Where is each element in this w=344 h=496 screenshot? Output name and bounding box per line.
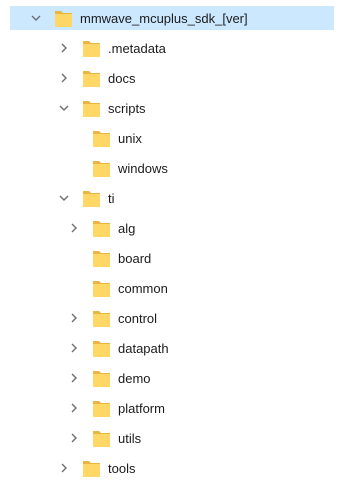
tree-item-board[interactable]: board [0,246,344,270]
folder-icon [93,368,110,388]
folder-icon [93,308,110,328]
tree-item-label: utils [118,430,142,446]
tree-item-label: demo [118,370,151,386]
tree-item-label: unix [118,130,142,146]
folder-icon [83,188,100,208]
tree-item-label: docs [108,70,136,86]
tree-item-label: board [118,250,152,266]
chevron-right-icon[interactable] [68,342,80,354]
tree-item-windows[interactable]: windows [0,156,344,180]
tree-item-ti[interactable]: ti [0,186,344,210]
tree-item-label: scripts [108,100,146,116]
folder-icon [55,8,72,28]
tree-item-control[interactable]: control [0,306,344,330]
chevron-right-icon[interactable] [58,72,70,84]
tree-item-alg[interactable]: alg [0,216,344,240]
tree-item-common[interactable]: common [0,276,344,300]
tree-item-scripts[interactable]: scripts [0,96,344,120]
folder-icon [93,158,110,178]
folder-icon [93,338,110,358]
folder-icon [93,428,110,448]
tree-item-label: .metadata [108,40,166,56]
tree-item-utils[interactable]: utils [0,426,344,450]
tree-item-label: mmwave_mcuplus_sdk_[ver] [80,10,248,26]
chevron-right-icon[interactable] [68,372,80,384]
chevron-down-icon[interactable] [30,12,42,24]
folder-tree: mmwave_mcuplus_sdk_[ver] .metadata docs … [0,0,344,496]
tree-item-label: control [118,310,158,326]
tree-item-label: ti [108,190,115,206]
tree-item-label: windows [118,160,168,176]
folder-icon [93,398,110,418]
folder-icon [93,248,110,268]
tree-item-label: alg [118,220,136,236]
chevron-right-icon[interactable] [68,312,80,324]
chevron-right-icon[interactable] [58,462,70,474]
folder-icon [83,38,100,58]
folder-icon [93,218,110,238]
tree-item-root[interactable]: mmwave_mcuplus_sdk_[ver] [10,6,334,30]
tree-item-tools[interactable]: tools [0,456,344,480]
tree-item-label: tools [108,460,136,476]
folder-icon [93,278,110,298]
tree-item-demo[interactable]: demo [0,366,344,390]
tree-item-unix[interactable]: unix [0,126,344,150]
tree-item-label: datapath [118,340,169,356]
tree-item-datapath[interactable]: datapath [0,336,344,360]
folder-icon [83,458,100,478]
tree-item-label: platform [118,400,165,416]
chevron-right-icon[interactable] [58,42,70,54]
folder-icon [83,68,100,88]
tree-item-platform[interactable]: platform [0,396,344,420]
chevron-right-icon[interactable] [68,432,80,444]
tree-item-metadata[interactable]: .metadata [0,36,344,60]
tree-item-label: common [118,280,168,296]
chevron-down-icon[interactable] [58,102,70,114]
chevron-right-icon[interactable] [68,222,80,234]
chevron-right-icon[interactable] [68,402,80,414]
folder-icon [83,98,100,118]
tree-item-docs[interactable]: docs [0,66,344,90]
chevron-down-icon[interactable] [58,192,70,204]
folder-icon [93,128,110,148]
